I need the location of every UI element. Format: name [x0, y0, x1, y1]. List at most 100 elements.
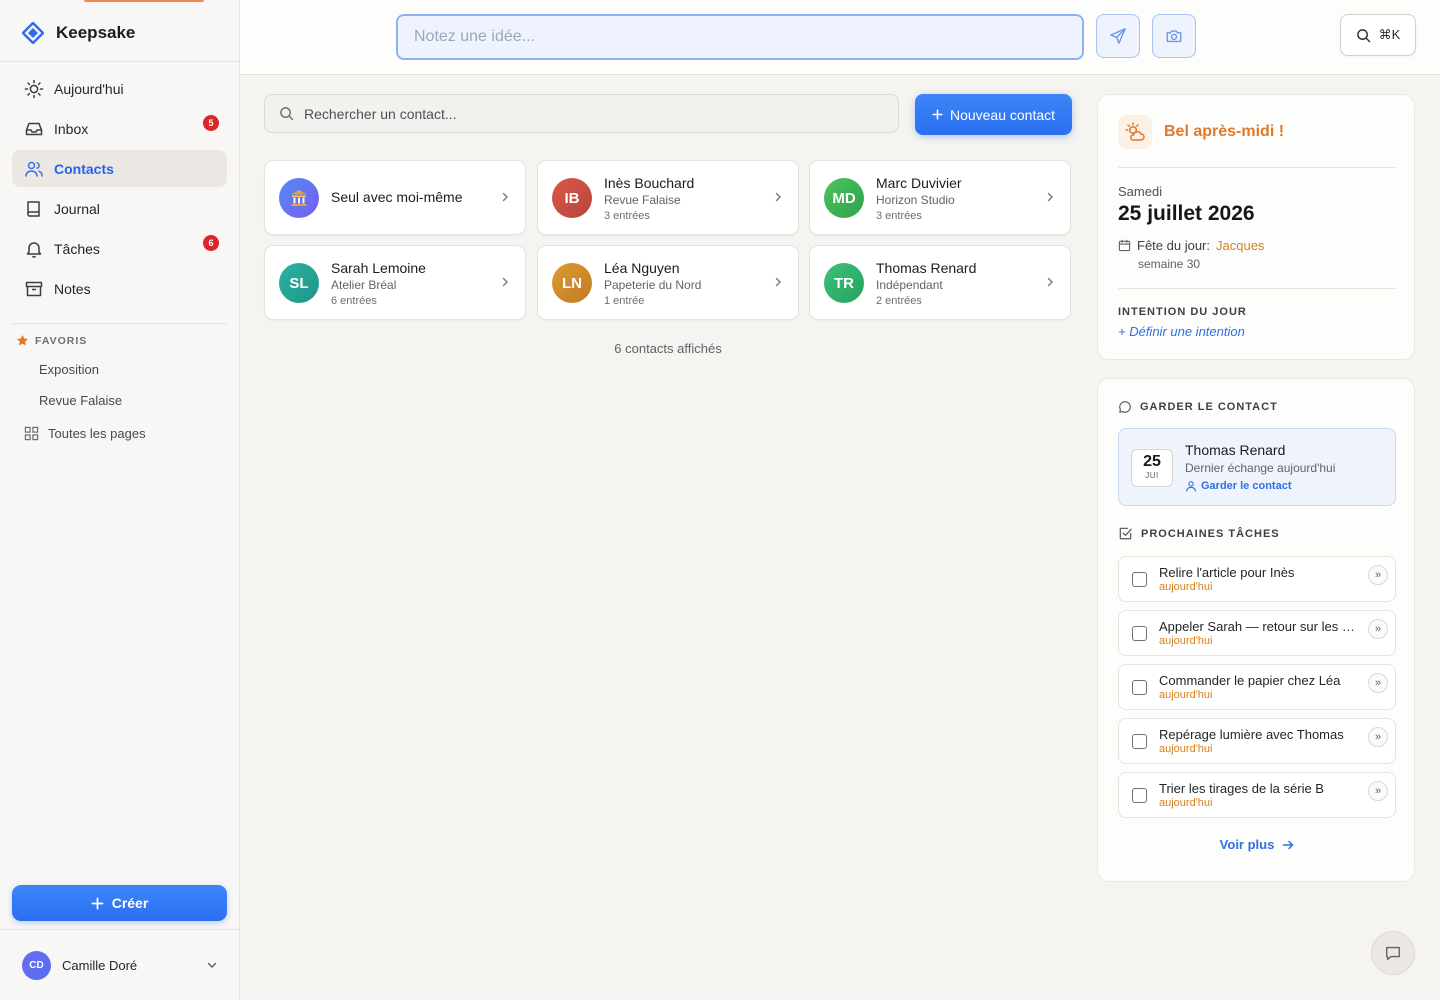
- contact-name: Thomas Renard: [876, 260, 977, 276]
- today-panel: Bel après-midi ! Samedi 25 juillet 2026 …: [1097, 94, 1415, 360]
- contact-card[interactable]: Seul avec moi-même: [264, 160, 526, 235]
- contact-name: Léa Nguyen: [604, 260, 680, 276]
- postpone-icon[interactable]: »: [1368, 673, 1388, 693]
- keep-contact-name: Thomas Renard: [1185, 442, 1286, 458]
- user-menu[interactable]: CD Camille Doré: [22, 950, 218, 980]
- all-pages-link[interactable]: Toutes les pages: [24, 426, 146, 441]
- book-icon: [24, 199, 44, 219]
- contact-card[interactable]: SL Sarah Lemoine Atelier Bréal 6 entrées: [264, 245, 526, 320]
- nav-label: Notes: [54, 280, 91, 297]
- top-accent-bar: [84, 0, 204, 2]
- contact-name: Marc Duvivier: [876, 175, 962, 191]
- weekday: Samedi: [1118, 184, 1163, 199]
- new-contact-button[interactable]: Nouveau contact: [915, 94, 1072, 135]
- inbox-badge: 5: [203, 115, 219, 131]
- chat-button[interactable]: [1371, 931, 1415, 975]
- chevron-right-icon: [499, 191, 511, 203]
- camera-button[interactable]: [1152, 14, 1196, 58]
- task-due: aujourd'hui: [1159, 797, 1213, 809]
- contact-card[interactable]: MD Marc Duvivier Horizon Studio 3 entrée…: [809, 160, 1071, 235]
- main-nav: Aujourd'hui Inbox 5 Contacts Journal Tâc…: [12, 70, 227, 310]
- task-title: Relire l'article pour Inès: [1159, 565, 1295, 580]
- nav-item-inbox[interactable]: Inbox 5: [12, 110, 227, 147]
- arrow-right-icon: [1282, 839, 1294, 851]
- see-more-link[interactable]: Voir plus: [1098, 837, 1416, 852]
- grid-icon: [24, 426, 39, 441]
- task-checkbox[interactable]: [1132, 788, 1147, 803]
- quick-capture-input[interactable]: [396, 14, 1084, 60]
- camera-icon: [1165, 27, 1183, 45]
- nav-item-notes[interactable]: Notes: [12, 270, 227, 307]
- send-button[interactable]: [1096, 14, 1140, 58]
- task-checkbox[interactable]: [1132, 626, 1147, 641]
- favorites-heading: FAVORIS: [16, 334, 87, 347]
- task-item: Trier les tirages de la série B aujourd'…: [1118, 772, 1396, 818]
- contact-organization: Revue Falaise: [604, 193, 681, 207]
- favorite-link[interactable]: Revue Falaise: [39, 393, 122, 408]
- chevron-right-icon: [1044, 276, 1056, 288]
- calendar-icon: [1118, 239, 1131, 252]
- contact-entry-count: 2 entrées: [876, 295, 922, 307]
- nav-item-tasks[interactable]: Tâches 6: [12, 230, 227, 267]
- contact-entry-count: 6 entrées: [331, 295, 377, 307]
- nav-item-contacts[interactable]: Contacts: [12, 150, 227, 187]
- nav-item-today[interactable]: Aujourd'hui: [12, 70, 227, 107]
- postpone-icon[interactable]: »: [1368, 727, 1388, 747]
- topbar: ⌘K: [240, 0, 1440, 75]
- postpone-icon[interactable]: »: [1368, 565, 1388, 585]
- current-date: 25 juillet 2026: [1118, 202, 1255, 225]
- sidebar-divider: [0, 61, 239, 62]
- last-exchange: Dernier échange aujourd'hui: [1185, 461, 1336, 475]
- keep-contact-link[interactable]: Garder le contact: [1185, 480, 1291, 492]
- date-tile: 25 JUI: [1131, 449, 1173, 487]
- task-title: Trier les tirages de la série B: [1159, 781, 1324, 796]
- contact-card[interactable]: LN Léa Nguyen Papeterie du Nord 1 entrée: [537, 245, 799, 320]
- contact-organization: Papeterie du Nord: [604, 278, 702, 292]
- bank-icon: [279, 178, 319, 218]
- postpone-icon[interactable]: »: [1368, 619, 1388, 639]
- sidebar: Keepsake Aujourd'hui Inbox 5 Contacts Jo…: [0, 0, 240, 1000]
- user-name: Camille Doré: [62, 957, 138, 973]
- task-checkbox[interactable]: [1132, 572, 1147, 587]
- keep-contact-card[interactable]: 25 JUI Thomas Renard Dernier échange auj…: [1118, 428, 1396, 506]
- contact-search-input[interactable]: [304, 105, 864, 122]
- nav-item-journal[interactable]: Journal: [12, 190, 227, 227]
- chevron-right-icon: [1044, 191, 1056, 203]
- checkbox-icon: [1118, 526, 1133, 541]
- chevron-right-icon: [772, 191, 784, 203]
- chat-bubble-icon: [1118, 400, 1132, 414]
- task-title: Appeler Sarah — retour sur les maquettes: [1159, 619, 1359, 634]
- contact-card[interactable]: TR Thomas Renard Indépendant 2 entrées: [809, 245, 1071, 320]
- sun-cloud-icon: [1118, 115, 1152, 149]
- avatar: MD: [824, 178, 864, 218]
- contact-name: Seul avec moi-même: [331, 189, 463, 205]
- task-checkbox[interactable]: [1132, 734, 1147, 749]
- command-palette-button[interactable]: ⌘K: [1340, 14, 1416, 56]
- search-icon: [279, 106, 294, 121]
- contact-card[interactable]: IB Inès Bouchard Revue Falaise 3 entrées: [537, 160, 799, 235]
- task-checkbox[interactable]: [1132, 680, 1147, 695]
- task-item: Appeler Sarah — retour sur les maquettes…: [1118, 610, 1396, 656]
- search-icon: [1356, 28, 1371, 43]
- create-button[interactable]: Créer: [12, 885, 227, 921]
- favorite-link[interactable]: Exposition: [39, 362, 99, 377]
- avatar: LN: [552, 263, 592, 303]
- panel-divider: [1118, 167, 1396, 168]
- brand[interactable]: Keepsake: [22, 22, 135, 44]
- task-due: aujourd'hui: [1159, 581, 1213, 593]
- task-item: Commander le papier chez Léa aujourd'hui…: [1118, 664, 1396, 710]
- contacts-count: 6 contacts affichés: [614, 341, 722, 356]
- sidebar-divider: [12, 323, 227, 324]
- define-intention-link[interactable]: + Définir une intention: [1118, 324, 1245, 339]
- user-icon: [1185, 480, 1197, 492]
- avatar: CD: [22, 950, 51, 980]
- task-item: Relire l'article pour Inès aujourd'hui »: [1118, 556, 1396, 602]
- task-item: Repérage lumière avec Thomas aujourd'hui…: [1118, 718, 1396, 764]
- avatar: SL: [279, 263, 319, 303]
- send-icon: [1109, 27, 1127, 45]
- contact-entry-count: 1 entrée: [604, 295, 645, 307]
- chevron-right-icon: [772, 276, 784, 288]
- contact-search[interactable]: [264, 94, 899, 133]
- keep-contact-panel: GARDER LE CONTACT 25 JUI Thomas Renard D…: [1097, 378, 1415, 882]
- postpone-icon[interactable]: »: [1368, 781, 1388, 801]
